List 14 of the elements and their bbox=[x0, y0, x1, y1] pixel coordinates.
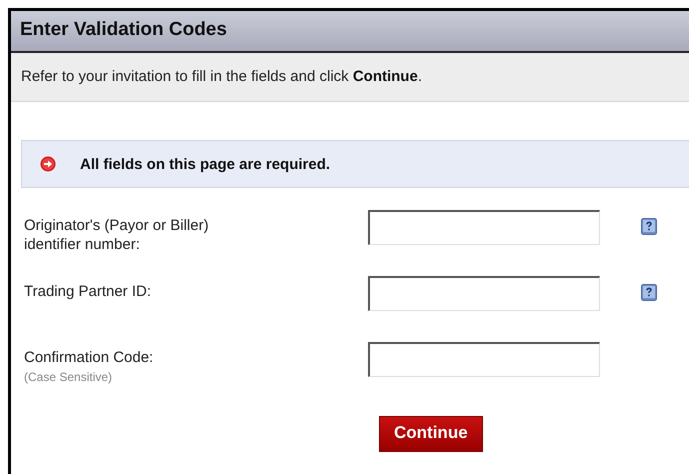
arrow-circle-icon bbox=[40, 156, 56, 172]
field-hint: (Case Sensitive) bbox=[24, 370, 114, 384]
field-label: Confirmation Code: bbox=[24, 348, 154, 367]
notice-text: All fields on this page are required. bbox=[80, 156, 330, 172]
continue-button[interactable]: Continue bbox=[379, 416, 483, 452]
input-field[interactable] bbox=[368, 276, 600, 311]
help-icon[interactable] bbox=[640, 284, 657, 302]
instruction-text: Refer to your invitation to fill in the fields and click Continue. bbox=[21, 68, 422, 85]
field-label: Trading Partner ID: bbox=[24, 282, 152, 301]
input-field[interactable] bbox=[368, 210, 600, 245]
help-icon[interactable] bbox=[640, 218, 657, 236]
window-title: Enter Validation Codes bbox=[20, 19, 227, 40]
field-label: Originator's (Payor or Biller) identifier number: bbox=[24, 216, 210, 254]
input-field[interactable] bbox=[368, 342, 600, 377]
